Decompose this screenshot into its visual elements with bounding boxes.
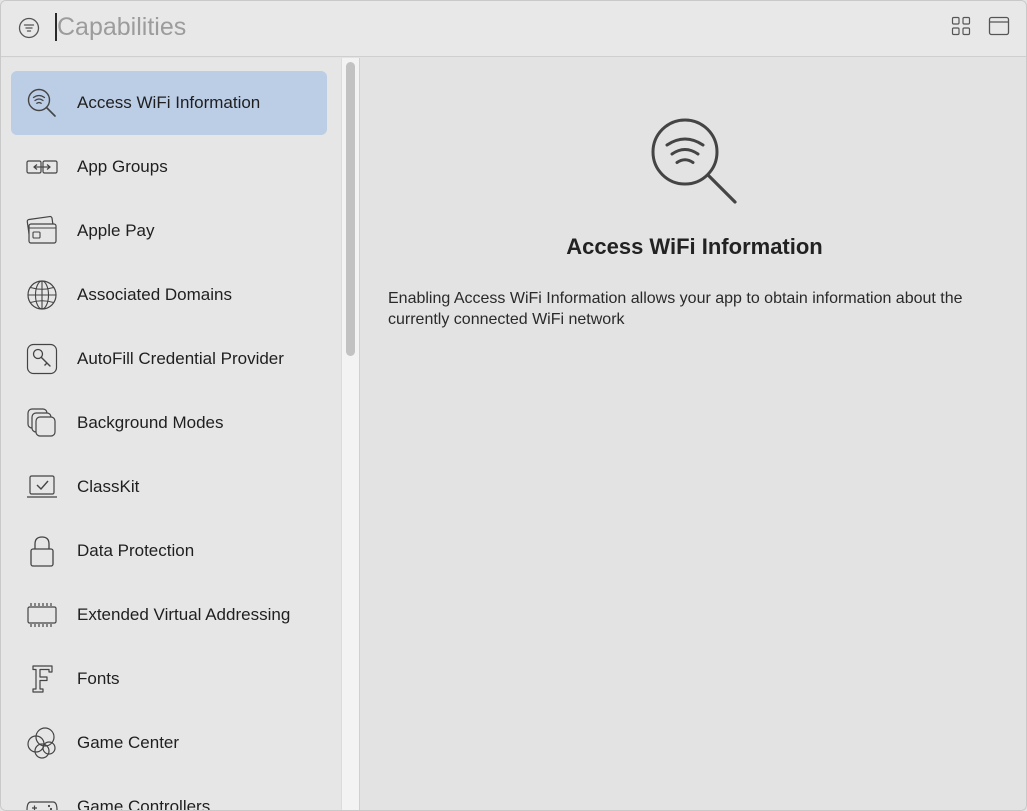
font-f-icon xyxy=(32,665,53,693)
list-item-label: AutoFill Credential Provider xyxy=(77,349,284,368)
list-item-background-modes[interactable]: Background Modes xyxy=(11,391,327,455)
memory-chip-icon xyxy=(27,603,57,627)
list-item-game-center[interactable]: Game Center xyxy=(11,711,327,775)
list-item-app-groups[interactable]: App Groups xyxy=(11,135,327,199)
scrollbar-thumb[interactable] xyxy=(346,62,355,356)
capabilities-window: Access WiFi Information App Groups Apple… xyxy=(0,0,1027,811)
list-item-label: Game Center xyxy=(77,733,180,752)
list-item-label: Associated Domains xyxy=(77,285,232,304)
capability-description: Enabling Access WiFi Information allows … xyxy=(388,290,963,328)
list-item-label: Game Controllers xyxy=(77,797,211,811)
list-item-label: Background Modes xyxy=(77,413,224,432)
list-item-label: ClassKit xyxy=(77,477,140,496)
capabilities-list: Access WiFi Information App Groups Apple… xyxy=(1,58,341,811)
list-item-label: Access WiFi Information xyxy=(77,93,261,112)
list-item-fonts[interactable]: Fonts xyxy=(11,647,327,711)
list-item-access-wifi-information[interactable]: Access WiFi Information xyxy=(11,71,327,135)
grid-view-icon[interactable] xyxy=(951,16,971,36)
list-item-label: Data Protection xyxy=(77,541,195,560)
capability-detail-pane: Access WiFi Information Enabling Access … xyxy=(361,58,1026,810)
list-item-apple-pay[interactable]: Apple Pay xyxy=(11,199,327,263)
list-item-extended-virtual-addressing[interactable]: Extended Virtual Addressing xyxy=(11,583,327,647)
globe-icon xyxy=(27,280,57,310)
list-item-associated-domains[interactable]: Associated Domains xyxy=(11,263,327,327)
lock-icon xyxy=(30,536,54,567)
filter-icon[interactable] xyxy=(18,17,40,39)
capability-title: Access WiFi Information xyxy=(566,234,823,259)
panel-toggle-icon[interactable] xyxy=(988,15,1010,37)
key-icon xyxy=(26,343,58,375)
app-groups-icon xyxy=(26,160,58,174)
wifi-search-icon xyxy=(651,118,737,204)
list-item-label: Apple Pay xyxy=(77,221,155,240)
stacked-layers-icon xyxy=(27,408,56,437)
list-item-label: Fonts xyxy=(77,669,120,688)
capabilities-toolbar xyxy=(1,1,1026,57)
checkmark-screen-icon xyxy=(27,475,57,498)
capabilities-search-input[interactable] xyxy=(57,9,557,45)
sidebar-scrollbar[interactable] xyxy=(341,58,360,810)
wifi-search-icon xyxy=(27,88,56,117)
game-center-icon xyxy=(27,727,56,759)
credit-card-icon xyxy=(26,215,57,244)
game-controller-icon xyxy=(26,801,58,810)
list-item-autofill-credential-provider[interactable]: AutoFill Credential Provider xyxy=(11,327,327,391)
list-item-label: Extended Virtual Addressing xyxy=(77,605,291,624)
list-item-classkit[interactable]: ClassKit xyxy=(11,455,327,519)
list-item-game-controllers[interactable]: Game Controllers xyxy=(11,775,327,811)
list-item-label: App Groups xyxy=(77,157,168,176)
list-item-data-protection[interactable]: Data Protection xyxy=(11,519,327,583)
